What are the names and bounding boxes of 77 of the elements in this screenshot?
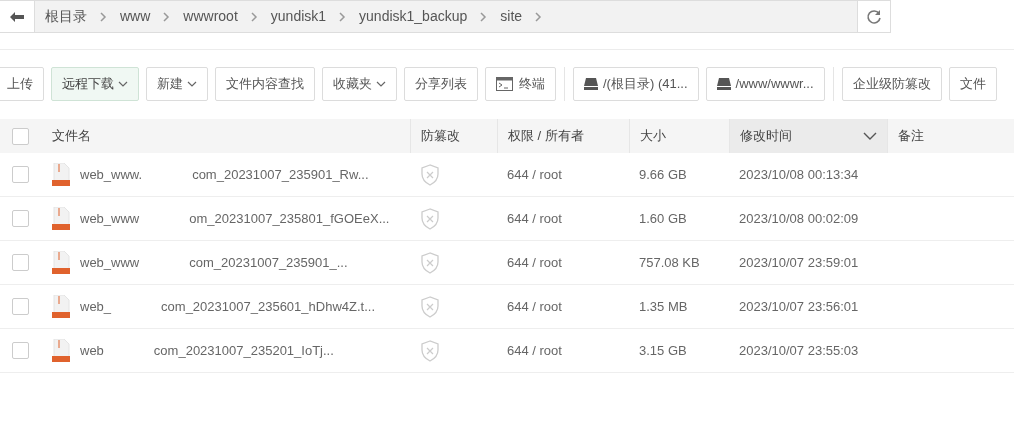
breadcrumb-item[interactable]: 根目录 [45, 6, 87, 27]
breadcrumb-item[interactable]: site [500, 6, 523, 27]
row-checkbox[interactable] [11, 298, 29, 315]
archive-file-icon [52, 339, 70, 362]
modified-time: 2023/10/08 00:02:09 [739, 210, 859, 226]
breadcrumb-item[interactable]: www [120, 6, 151, 27]
chevron-right-icon [163, 11, 171, 22]
chevron-right-icon [480, 11, 488, 22]
toolbar-button[interactable]: 文件内容查找 [215, 67, 315, 101]
archive-file-icon [52, 163, 70, 186]
row-checkbox[interactable] [11, 166, 29, 183]
file-name[interactable]: web_www [80, 252, 140, 273]
archive-file-icon [52, 251, 70, 274]
shield-icon [420, 163, 440, 186]
column-header[interactable]: 文件名 [40, 119, 410, 153]
toolbar-button[interactable]: 收藏夹 [322, 67, 397, 101]
column-header[interactable]: 权限 / 所有者 [497, 119, 629, 153]
disk-icon [584, 78, 598, 90]
row-checkbox[interactable] [11, 342, 29, 359]
modified-time: 2023/10/07 23:59:01 [739, 254, 859, 270]
shield-icon [420, 251, 440, 274]
file-name[interactable]: com_20231007_235601_hDhw4Z.t... [161, 296, 375, 317]
chevron-right-icon [100, 11, 107, 22]
file-name[interactable]: com_20231007_235901_... [189, 252, 348, 273]
modified-time: 2023/10/07 23:56:01 [739, 298, 859, 314]
file-name[interactable]: web_www. [80, 164, 143, 185]
modified-time: 2023/10/07 23:55:03 [739, 342, 859, 358]
file-name[interactable]: om_20231007_235801_fGOEeX... [189, 208, 390, 229]
row-checkbox[interactable] [11, 210, 29, 227]
permission-text: 644 / root [507, 342, 562, 358]
size-text: 1.35 MB [639, 298, 688, 314]
toolbar-button[interactable]: 远程下载 [51, 67, 139, 101]
back-arrow-icon [10, 11, 24, 22]
row-checkbox[interactable] [11, 254, 29, 271]
permission-text: 644 / root [507, 210, 562, 226]
size-text: 757.08 KB [639, 254, 700, 270]
refresh-button[interactable] [858, 0, 891, 33]
archive-file-icon [52, 207, 70, 230]
disk-icon [716, 78, 731, 90]
size-text: 3.15 GB [639, 342, 687, 358]
size-text: 1.60 GB [639, 210, 687, 226]
modified-time: 2023/10/08 00:13:34 [739, 166, 859, 182]
chevron-right-icon [535, 11, 543, 22]
chevron-right-icon [250, 11, 258, 22]
size-text: 9.66 GB [639, 166, 687, 182]
column-header[interactable]: 修改时间 [729, 119, 887, 153]
permission-text: 644 / root [507, 254, 562, 270]
breadcrumb-item[interactable]: yundisk1_backup [359, 6, 468, 27]
toolbar-button[interactable]: 企业级防篡改 [841, 67, 942, 101]
column-header[interactable]: 防篡改 [410, 119, 497, 153]
file-name[interactable]: com_20231007_235901_Rw... [192, 164, 369, 185]
toolbar-button[interactable]: 文件 [948, 67, 997, 101]
toolbar-button[interactable]: /www/wwwr... [705, 67, 825, 101]
toolbar-button[interactable]: 新建 [146, 67, 208, 101]
back-button[interactable] [0, 0, 34, 33]
shield-icon [420, 339, 440, 362]
sort-caret-icon [863, 132, 877, 140]
file-name[interactable]: web [80, 340, 104, 361]
shield-icon [420, 295, 440, 318]
chevron-right-icon [339, 11, 347, 22]
toolbar-button[interactable]: /(根目录) (41... [573, 67, 699, 101]
terminal-icon [496, 77, 513, 91]
permission-text: 644 / root [507, 166, 562, 182]
toolbar-button[interactable]: 终端 [485, 67, 556, 101]
column-header[interactable]: 备注 [887, 119, 1014, 153]
permission-text: 644 / root [507, 298, 562, 314]
shield-icon [420, 207, 440, 230]
refresh-icon [866, 8, 882, 25]
breadcrumb-item[interactable]: yundisk1 [270, 6, 327, 27]
breadcrumb-item[interactable]: wwwroot [183, 6, 238, 27]
toolbar-button[interactable]: 上传 [0, 67, 44, 101]
file-name[interactable]: web_www [80, 208, 140, 229]
archive-file-icon [52, 295, 70, 318]
file-name[interactable]: web_ [80, 296, 112, 317]
select-all-checkbox[interactable] [11, 127, 29, 145]
file-name[interactable]: com_20231007_235201_IoTj... [153, 340, 334, 361]
toolbar-button[interactable]: 分享列表 [404, 67, 478, 101]
